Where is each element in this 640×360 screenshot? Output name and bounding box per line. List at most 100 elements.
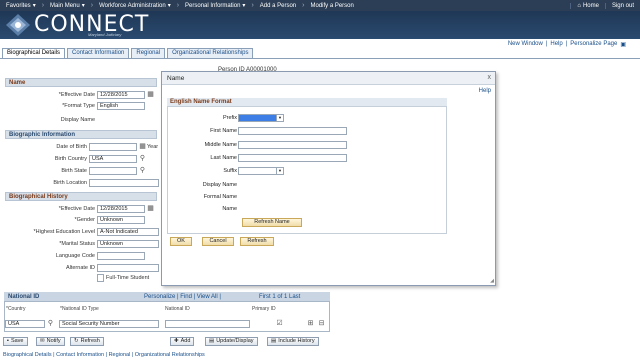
tab-regional[interactable]: Regional <box>131 48 166 58</box>
close-icon[interactable]: x <box>488 74 492 81</box>
modal-refresh-button[interactable]: Refresh <box>240 237 274 246</box>
calendar-icon[interactable]: ▦ <box>147 91 154 98</box>
tab-biographical-details[interactable]: Biographical Details <box>2 48 66 58</box>
modal-help-link[interactable]: Help <box>479 88 491 94</box>
search-icon[interactable]: ⚲ <box>139 155 146 162</box>
first-name-input[interactable] <box>238 127 347 135</box>
search-icon[interactable]: ⚲ <box>47 320 54 327</box>
dropdown-icon: ▾ <box>81 3 85 9</box>
modal-title: Name <box>167 75 185 82</box>
history-effective-date-field[interactable]: 12/28/2015 <box>97 205 145 213</box>
save-icon: ▪ <box>7 338 9 344</box>
search-icon[interactable]: ⚲ <box>139 167 146 174</box>
last-name-input[interactable] <box>238 154 347 162</box>
middle-name-label: Middle Name <box>204 142 237 148</box>
effective-date-label: *Effective Date <box>58 92 95 98</box>
nav-modify-person[interactable]: Modify a Person <box>304 3 359 9</box>
chevron-down-icon: ▼ <box>276 115 283 121</box>
birth-state-label: Birth State <box>61 168 87 174</box>
primary-id-checkbox[interactable]: ☑ <box>276 320 283 327</box>
dropdown-icon: ▾ <box>167 3 171 9</box>
home-icon: ⌂ <box>577 2 581 9</box>
national-id-field[interactable] <box>165 320 250 328</box>
top-nav-bar: Favorites ▾ › Main Menu ▾ › Workforce Admi… <box>0 0 640 11</box>
birth-location-label: Birth Location <box>53 180 87 186</box>
page-menu-icon[interactable]: ▣ <box>620 41 626 48</box>
calendar-icon[interactable]: ▦ <box>147 205 154 212</box>
delete-row-icon[interactable]: ⊟ <box>318 320 325 327</box>
alternate-id-field[interactable] <box>97 264 159 272</box>
new-window-link[interactable]: New Window <box>508 41 543 48</box>
education-label: *Highest Education Level <box>33 229 95 235</box>
display-name-label: Display Name <box>60 117 95 123</box>
refresh-button[interactable]: ↻ Refresh <box>70 337 104 346</box>
nav-add-person[interactable]: Add a Person <box>254 3 302 9</box>
gender-label: *Gender <box>74 217 96 223</box>
nav-personal-info[interactable]: Personal Information ▾ <box>179 2 251 10</box>
national-id-title: National ID <box>8 294 40 300</box>
dob-label: Date of Birth <box>56 144 87 150</box>
dropdown-icon: ▾ <box>32 3 36 9</box>
help-link[interactable]: Help <box>550 41 562 48</box>
suffix-select[interactable]: ▼ <box>238 167 284 175</box>
effective-date-field[interactable]: 12/28/2015 <box>97 91 145 99</box>
country-field[interactable]: USA <box>5 320 45 328</box>
notify-button[interactable]: ✉ Notify <box>36 337 65 346</box>
modal-title-bar: Name <box>162 72 495 85</box>
col-country: *Country <box>6 306 26 312</box>
tab-divider <box>0 58 640 59</box>
birth-state-field[interactable] <box>89 167 137 175</box>
prefix-select[interactable]: ▼ <box>238 114 284 122</box>
footer-links[interactable]: Biographical Details | Contact Informati… <box>3 352 205 358</box>
fulltime-checkbox[interactable] <box>97 274 104 282</box>
ok-button[interactable]: OK <box>170 237 192 246</box>
history-icon: ▤ <box>271 338 277 344</box>
middle-name-input[interactable] <box>238 141 347 149</box>
col-primary-id: Primary ID <box>252 306 276 312</box>
grid-nav-links[interactable]: Personalize | Find | View All | <box>144 294 221 300</box>
birth-location-field[interactable] <box>89 179 159 187</box>
fulltime-label: Full-Time Student <box>106 275 150 281</box>
dob-field[interactable] <box>89 143 137 151</box>
calendar-icon[interactable]: ▦ <box>139 143 146 150</box>
gender-select[interactable]: Unknown <box>97 216 145 224</box>
grid-pager[interactable]: First 1 of 1 Last <box>259 294 300 300</box>
display-name-label: Display Name <box>202 182 237 188</box>
resize-handle-icon[interactable]: ◢ <box>490 278 494 284</box>
nav-main-menu[interactable]: Main Menu ▾ <box>44 2 91 10</box>
tab-contact-information[interactable]: Contact Information <box>67 48 130 58</box>
language-select[interactable] <box>97 252 145 260</box>
birth-country-field[interactable]: USA <box>89 155 137 163</box>
national-id-type-select[interactable]: Social Security Number <box>59 320 159 328</box>
page-tabs: Biographical Details Contact Information… <box>2 48 255 58</box>
tab-organizational-relationships[interactable]: Organizational Relationships <box>167 48 254 58</box>
name-section-header: Name <box>5 78 157 87</box>
bio-section-header: Biographic Information <box>5 130 157 139</box>
last-name-label: Last Name <box>210 155 237 161</box>
nav-signout[interactable]: Sign out <box>604 2 640 9</box>
name-modal: Name x Help English Name Format Prefix ▼… <box>161 71 496 286</box>
add-row-icon[interactable]: ⊞ <box>307 320 314 327</box>
refresh-name-button[interactable]: Refresh Name <box>242 218 302 227</box>
cancel-button[interactable]: Cancel <box>202 237 234 246</box>
national-id-grid-header: National ID Personalize | Find | View Al… <box>4 292 330 302</box>
personalize-page-link[interactable]: Personalize Page <box>570 41 617 48</box>
save-button[interactable]: ▪ Save <box>3 337 28 346</box>
nav-favorites[interactable]: Favorites ▾ <box>0 2 42 10</box>
include-history-button[interactable]: ▤ Include History <box>267 337 319 346</box>
prefix-label: Prefix <box>222 115 237 121</box>
format-type-select[interactable]: English <box>97 102 145 110</box>
first-name-label: First Name <box>210 128 237 134</box>
col-national-id: National ID <box>165 306 190 312</box>
add-button[interactable]: ✚ Add <box>170 337 195 346</box>
update-display-button[interactable]: ▤ Update/Display <box>205 337 258 346</box>
nav-home[interactable]: ⌂ Home <box>570 2 605 9</box>
history-effective-date-label: *Effective Date <box>58 206 95 212</box>
language-label: Language Code <box>55 253 95 259</box>
education-select[interactable]: A-Not Indicated <box>97 228 159 236</box>
years-label: Year <box>147 144 159 150</box>
nav-workforce-admin[interactable]: Workforce Administration ▾ <box>93 2 177 10</box>
history-section-header: Biographical History <box>5 192 157 201</box>
marital-select[interactable]: Unknown <box>97 240 159 248</box>
update-icon: ▤ <box>209 338 215 344</box>
